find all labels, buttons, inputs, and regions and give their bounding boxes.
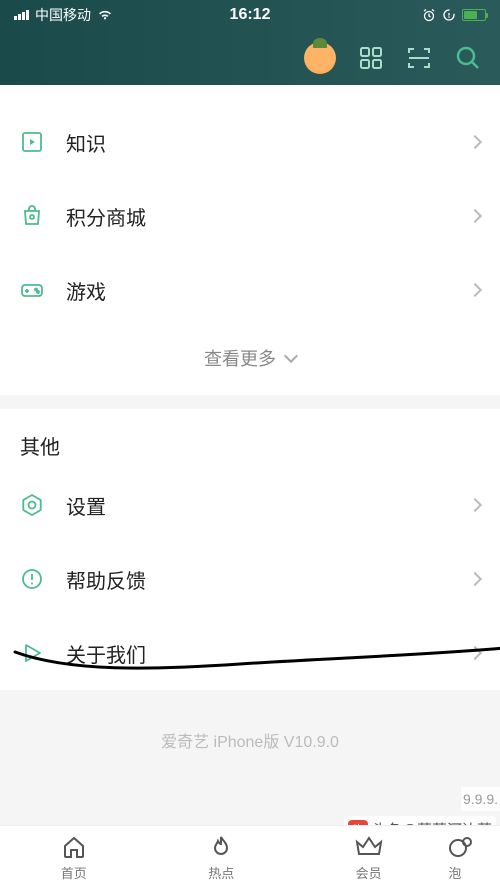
alarm-icon — [422, 8, 436, 22]
menu-list-other: 设置 帮助反馈 关于我们 — [0, 468, 500, 690]
top-nav — [0, 30, 500, 85]
chevron-right-icon — [468, 646, 482, 660]
tab-bubble[interactable]: 泡 — [442, 826, 500, 889]
chevron-right-icon — [468, 283, 482, 297]
bubble-icon — [448, 834, 474, 860]
gamepad-icon — [20, 278, 44, 302]
chevron-down-icon — [284, 349, 298, 363]
menu-item-about-us[interactable]: 关于我们 — [0, 616, 500, 690]
chevron-right-icon — [468, 498, 482, 512]
menu-label: 设置 — [66, 491, 470, 520]
signal-icon — [14, 10, 29, 20]
menu-item-points-mall[interactable]: 积分商城 — [0, 179, 500, 253]
tab-label: 热点 — [208, 863, 234, 882]
menu-item-help-feedback[interactable]: 帮助反馈 — [0, 542, 500, 616]
grid-icon[interactable] — [358, 45, 384, 71]
scan-icon[interactable] — [406, 45, 432, 71]
tab-label: 泡 — [448, 863, 461, 882]
wifi-icon — [97, 9, 113, 21]
view-more-label: 查看更多 — [204, 345, 276, 371]
crown-icon — [355, 834, 383, 860]
rotation-lock-icon — [442, 8, 456, 22]
menu-item-tickets[interactable]: 票务 — [0, 85, 500, 105]
home-icon — [61, 834, 87, 860]
section-header-other: 其他 — [0, 409, 500, 468]
tab-vip[interactable]: 会员 — [295, 826, 442, 889]
corner-version: 9.9.9. — [461, 787, 500, 811]
version-label: 爱奇艺 iPhone版 V10.9.0 — [0, 690, 500, 762]
carrier-label: 中国移动 — [35, 5, 91, 25]
settings-icon — [20, 493, 44, 517]
bottom-tab-bar: 首页 热点 会员 泡 — [0, 825, 500, 889]
clock: 16:12 — [230, 6, 271, 24]
battery-icon — [462, 9, 486, 21]
menu-list-services: 票务 知识 积分商城 游戏 查看更多 — [0, 85, 500, 395]
menu-label: 积分商城 — [66, 202, 470, 231]
chevron-right-icon — [468, 135, 482, 149]
menu-item-settings[interactable]: 设置 — [0, 468, 500, 542]
tab-home[interactable]: 首页 — [0, 826, 147, 889]
shopping-bag-icon — [20, 204, 44, 228]
search-icon[interactable] — [454, 44, 482, 72]
menu-label: 知识 — [66, 128, 470, 157]
menu-label: 关于我们 — [66, 639, 470, 668]
view-more-button[interactable]: 查看更多 — [0, 327, 500, 395]
tab-label: 会员 — [356, 863, 382, 882]
menu-item-knowledge[interactable]: 知识 — [0, 105, 500, 179]
menu-label: 帮助反馈 — [66, 565, 470, 594]
tab-hot[interactable]: 热点 — [147, 826, 294, 889]
menu-label: 游戏 — [66, 276, 470, 305]
tab-label: 首页 — [61, 863, 87, 882]
flame-icon — [209, 834, 233, 860]
chevron-right-icon — [468, 209, 482, 223]
play-outline-icon — [20, 641, 44, 665]
avatar-icon[interactable] — [304, 42, 336, 74]
play-doc-icon — [20, 130, 44, 154]
chevron-right-icon — [468, 572, 482, 586]
status-bar: 中国移动 16:12 — [0, 0, 500, 30]
alert-circle-icon — [20, 567, 44, 591]
menu-item-games[interactable]: 游戏 — [0, 253, 500, 327]
